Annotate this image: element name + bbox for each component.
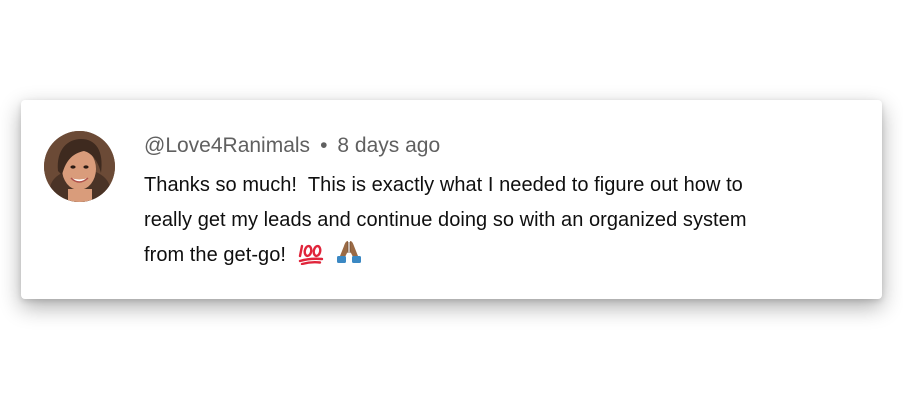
comment-line-3: from the get-go! <box>144 238 858 277</box>
comment-header: @Love4Ranimals • 8 days ago <box>144 128 858 164</box>
profile-photo <box>44 131 115 202</box>
folded-hands-emoji <box>335 239 363 277</box>
comment-text: Thanks so much! This is exactly what I n… <box>144 168 858 277</box>
meta-separator: • <box>320 134 328 157</box>
comment-card: @Love4Ranimals • 8 days ago Thanks so much… <box>21 100 882 299</box>
comment-line-1: Thanks so much! This is exactly what I n… <box>144 174 743 196</box>
hundred-points-emoji <box>298 241 324 277</box>
author-name[interactable]: @Love4Ranimals <box>144 134 310 157</box>
avatar[interactable] <box>44 131 115 202</box>
comment-content: @Love4Ranimals • 8 days ago Thanks so much… <box>144 128 858 277</box>
comment-line-2: really get my leads and continue doing s… <box>144 209 747 231</box>
comment-line-3-text: from the get-go! <box>144 244 286 266</box>
timestamp[interactable]: 8 days ago <box>337 134 440 157</box>
